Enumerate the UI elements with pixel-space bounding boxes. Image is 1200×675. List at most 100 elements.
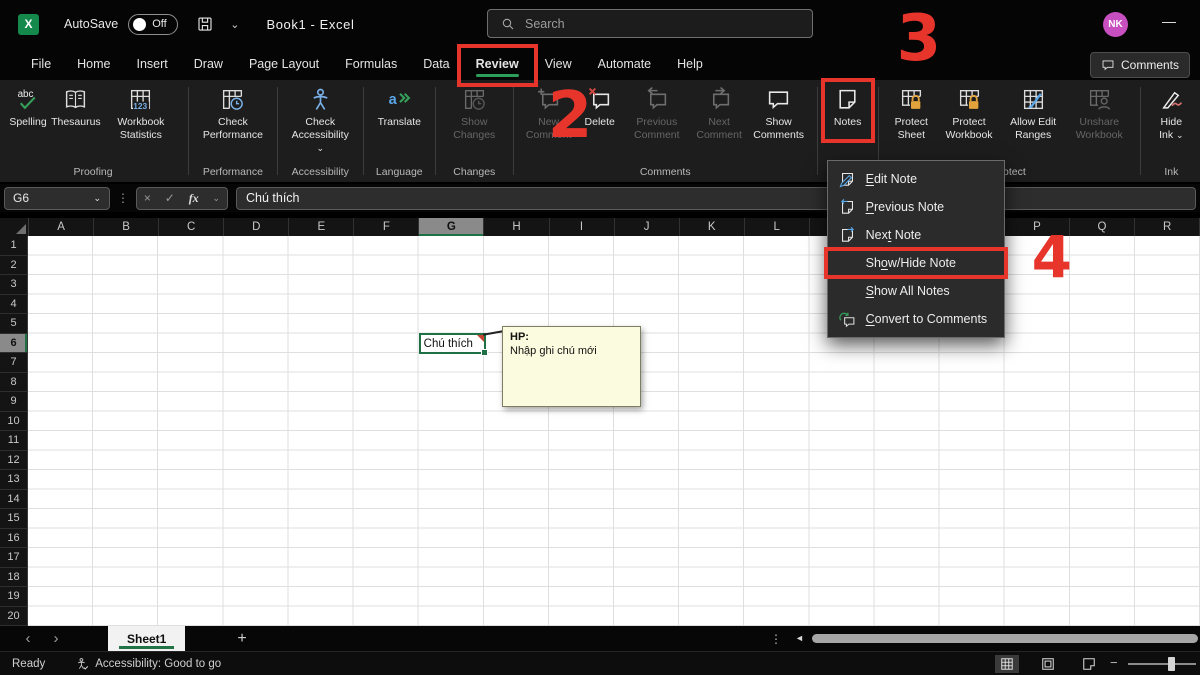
row-header-2[interactable]: 2 — [0, 256, 28, 276]
ribbon-notes-button[interactable]: Notes — [825, 80, 871, 129]
ribbon-protect-sheet-button[interactable]: Protect Sheet — [885, 80, 937, 142]
zoom-slider-handle[interactable] — [1168, 657, 1175, 671]
tab-page-layout[interactable]: Page Layout — [236, 48, 332, 80]
tab-file[interactable]: File — [18, 48, 64, 80]
normal-view-button[interactable] — [995, 655, 1019, 673]
fill-handle[interactable] — [481, 349, 488, 356]
excel-logo-icon[interactable]: X — [18, 14, 39, 35]
ribbon-check-performance-button[interactable]: Check Performance — [196, 80, 270, 142]
formula-input[interactable]: Chú thích — [236, 187, 1196, 210]
ribbon-show-comments-button[interactable]: Show Comments — [747, 80, 810, 142]
row-header-4[interactable]: 4 — [0, 295, 28, 315]
menu-item-convert-to-comments[interactable]: Convert to Comments — [828, 305, 1004, 333]
tab-help[interactable]: Help — [664, 48, 716, 80]
row-header-11[interactable]: 11 — [0, 431, 28, 451]
ribbon-hide-ink-button[interactable]: Hide Ink ⌄ — [1148, 80, 1195, 142]
ribbon-spelling-button[interactable]: Spelling — [5, 80, 51, 129]
tab-insert[interactable]: Insert — [124, 48, 181, 80]
column-header-f[interactable]: F — [354, 218, 419, 236]
column-header-p[interactable]: P — [1005, 218, 1070, 236]
tab-view[interactable]: View — [532, 48, 585, 80]
scroll-left-icon[interactable]: ◄ — [795, 633, 804, 643]
tab-draw[interactable]: Draw — [181, 48, 236, 80]
cancel-entry-icon[interactable]: × — [144, 191, 151, 205]
grid-cells[interactable]: Chú thích HP: Nhập ghi chú mới — [28, 236, 1200, 626]
column-header-g[interactable]: G — [419, 218, 484, 236]
column-header-d[interactable]: D — [224, 218, 289, 236]
add-sheet-icon[interactable]: + — [237, 630, 246, 648]
tab-options-kebab-icon[interactable]: ⋮ — [770, 632, 782, 646]
confirm-entry-icon[interactable]: ✓ — [165, 191, 175, 205]
tab-automate[interactable]: Automate — [585, 48, 665, 80]
row-header-3[interactable]: 3 — [0, 275, 28, 295]
ribbon-thesaurus-button[interactable]: Thesaurus — [51, 80, 101, 129]
ribbon-allow-edit-ranges-button[interactable]: Allow Edit Ranges — [1001, 80, 1066, 142]
selected-cell-g6[interactable]: Chú thích — [419, 333, 486, 354]
column-header-q[interactable]: Q — [1070, 218, 1135, 236]
tab-review[interactable]: Review — [463, 48, 532, 80]
quick-access-chevron-icon[interactable]: ⌄ — [230, 18, 239, 31]
menu-item-show-hide-note[interactable]: Show/Hide Note — [828, 249, 1004, 277]
row-header-17[interactable]: 17 — [0, 548, 28, 568]
column-header-i[interactable]: I — [550, 218, 615, 236]
insert-function-icon[interactable]: fx — [189, 191, 199, 206]
column-header-c[interactable]: C — [159, 218, 224, 236]
row-header-16[interactable]: 16 — [0, 529, 28, 549]
autosave-toggle[interactable]: Off — [128, 14, 178, 35]
column-header-e[interactable]: E — [289, 218, 354, 236]
ribbon-delete-button[interactable]: Delete — [577, 80, 623, 129]
ribbon-protect-workbook-button[interactable]: Protect Workbook — [937, 80, 1001, 142]
tab-data[interactable]: Data — [410, 48, 462, 80]
column-header-b[interactable]: B — [94, 218, 159, 236]
ribbon-workbook-statistics-button[interactable]: Workbook Statistics — [101, 80, 181, 142]
page-break-icon — [1082, 657, 1096, 671]
column-header-h[interactable]: H — [484, 218, 549, 236]
minimize-icon[interactable]: — — [1162, 13, 1176, 29]
menu-item-previous-note[interactable]: Previous Note — [828, 193, 1004, 221]
column-header-l[interactable]: L — [745, 218, 810, 236]
row-header-8[interactable]: 8 — [0, 373, 28, 393]
menu-item-edit-note[interactable]: Edit Note — [828, 165, 1004, 193]
row-header-20[interactable]: 20 — [0, 607, 28, 627]
select-all-corner[interactable] — [0, 218, 29, 236]
row-header-12[interactable]: 12 — [0, 451, 28, 471]
row-header-19[interactable]: 19 — [0, 587, 28, 607]
ribbon-translate-button[interactable]: Translate — [371, 80, 428, 129]
row-header-1[interactable]: 1 — [0, 236, 28, 256]
column-header-a[interactable]: A — [29, 218, 94, 236]
tab-formulas[interactable]: Formulas — [332, 48, 410, 80]
name-box[interactable]: G6 ⌄ — [4, 187, 110, 210]
zoom-out-icon[interactable]: − — [1110, 655, 1118, 670]
fx-chevron-icon[interactable]: ⌄ — [213, 193, 221, 204]
row-header-6[interactable]: 6 — [0, 334, 28, 354]
column-header-r[interactable]: R — [1135, 218, 1200, 236]
row-header-9[interactable]: 9 — [0, 392, 28, 412]
row-header-18[interactable]: 18 — [0, 568, 28, 588]
row-header-10[interactable]: 10 — [0, 412, 28, 432]
column-header-k[interactable]: K — [680, 218, 745, 236]
note-popup[interactable]: HP: Nhập ghi chú mới — [502, 326, 641, 407]
column-header-j[interactable]: J — [615, 218, 680, 236]
zoom-slider-track[interactable] — [1128, 663, 1196, 665]
ribbon-check-accessibility-button[interactable]: Check Accessibility ⌄ — [285, 80, 356, 155]
row-header-15[interactable]: 15 — [0, 509, 28, 529]
page-layout-view-button[interactable] — [1036, 655, 1060, 673]
row-header-13[interactable]: 13 — [0, 470, 28, 490]
save-icon[interactable] — [196, 15, 214, 33]
menu-item-label: Next Note — [866, 228, 922, 242]
page-break-view-button[interactable] — [1077, 655, 1101, 673]
search-input[interactable]: Search — [487, 9, 813, 38]
tab-home[interactable]: Home — [64, 48, 123, 80]
row-header-7[interactable]: 7 — [0, 353, 28, 373]
cell-reference: G6 — [13, 191, 29, 205]
menu-item-next-note[interactable]: Next Note — [828, 221, 1004, 249]
row-header-14[interactable]: 14 — [0, 490, 28, 510]
menu-item-show-all-notes[interactable]: Show All Notes — [828, 277, 1004, 305]
prev-sheet-icon[interactable]: ‹ — [18, 630, 38, 647]
avatar[interactable]: NK — [1103, 12, 1128, 37]
row-header-5[interactable]: 5 — [0, 314, 28, 334]
next-sheet-icon[interactable]: › — [46, 630, 66, 647]
sheet-tab-sheet1[interactable]: Sheet1 — [108, 626, 185, 651]
horizontal-scrollbar[interactable] — [812, 634, 1198, 643]
comments-button[interactable]: Comments — [1090, 52, 1190, 78]
